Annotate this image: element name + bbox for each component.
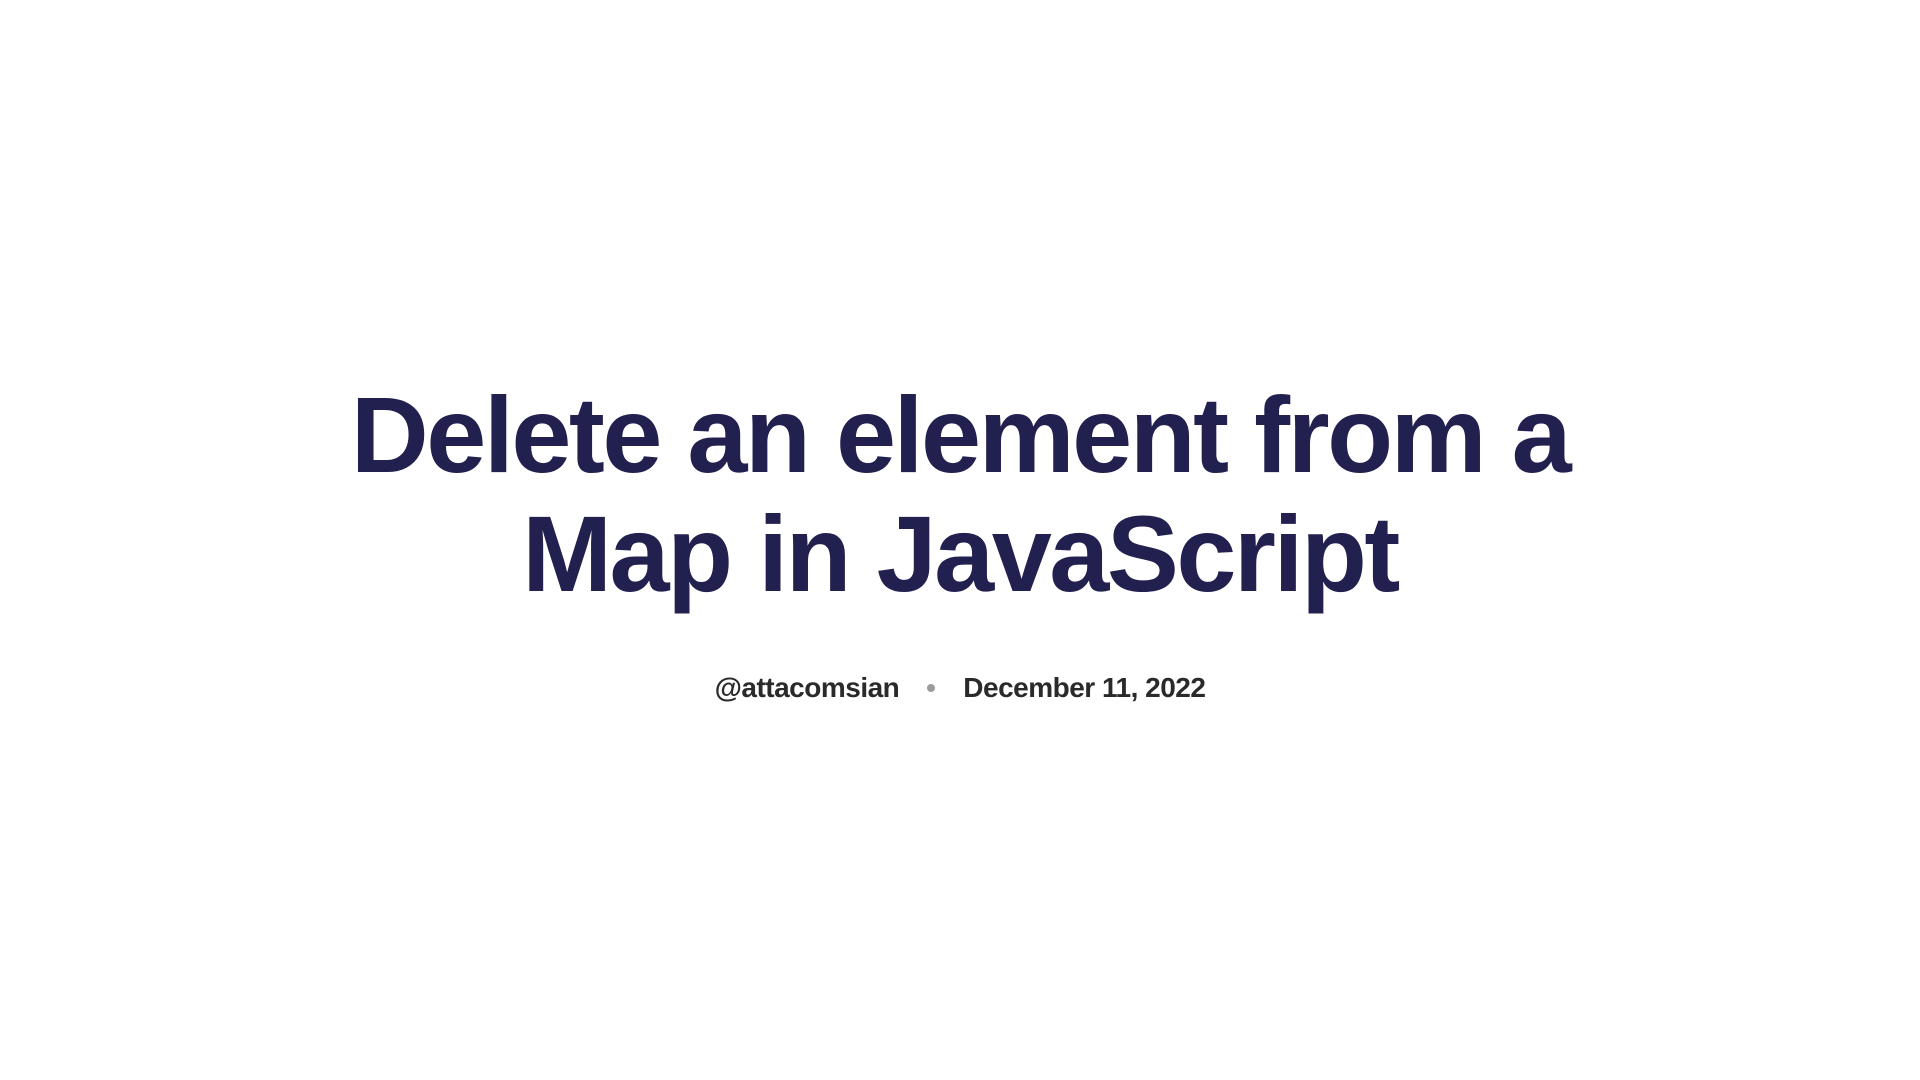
article-title: Delete an element from a Map in JavaScri… — [300, 376, 1620, 614]
separator-dot — [927, 684, 935, 692]
article-meta: @attacomsian December 11, 2022 — [300, 672, 1620, 704]
publish-date: December 11, 2022 — [963, 672, 1205, 704]
article-header: Delete an element from a Map in JavaScri… — [260, 376, 1660, 704]
author-handle[interactable]: @attacomsian — [715, 672, 900, 704]
